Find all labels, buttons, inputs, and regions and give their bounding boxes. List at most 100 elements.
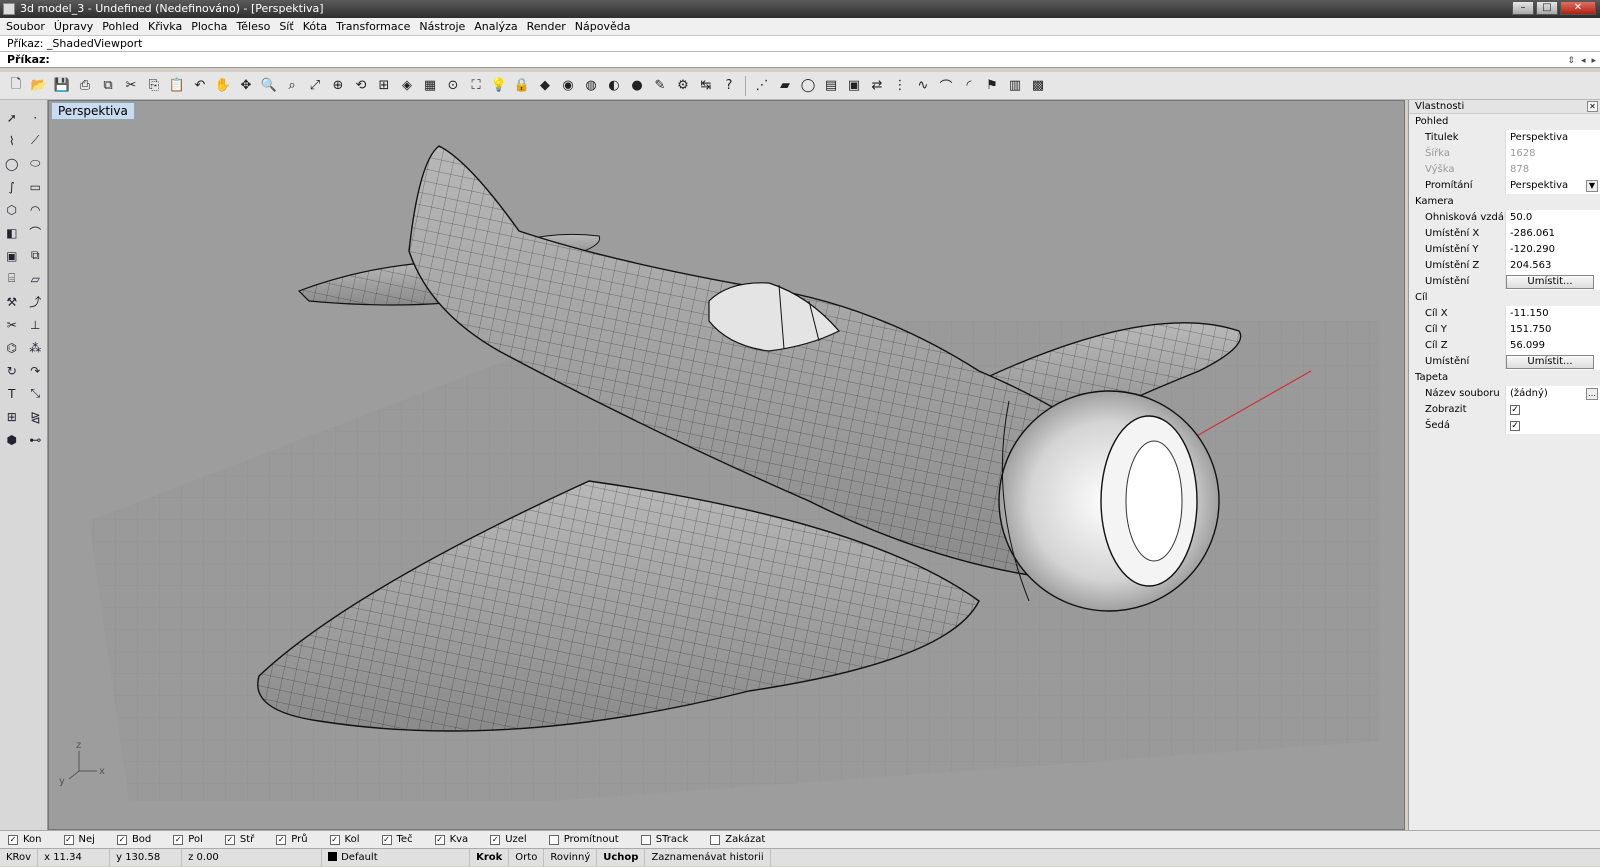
surface-tool-icon[interactable]: ◧ [2,223,22,243]
copy-icon[interactable]: ⎘ [144,76,164,96]
status-toggle-ortho[interactable]: Orto [509,848,545,867]
osnap-mid[interactable]: ✓ Pol [173,834,203,845]
render-sphere-icon[interactable]: ● [627,76,647,96]
freeform-curve-icon[interactable]: ∫ [2,177,22,197]
material-icon[interactable]: ✎ [650,76,670,96]
maximize-icon[interactable]: □ [1536,1,1558,15]
menu-pohled[interactable]: Pohled [100,18,146,36]
show-wallpaper-checkbox[interactable]: ✓ [1510,405,1520,415]
osnap-mid-checkbox[interactable]: ✓ [173,834,184,845]
layer-icon[interactable]: ◆ [535,76,555,96]
scale-icon[interactable]: ⤡ [25,384,45,404]
cylinder-icon[interactable]: ⌸ [2,269,22,289]
prop-row-target-y[interactable]: Cíl Y 151.750 [1409,322,1600,338]
dropdown-arrow-icon[interactable]: ▼ [1586,180,1598,192]
prop-row-projection[interactable]: Promítání Perspektiva ▼ [1409,178,1600,194]
prop-row-filename[interactable]: Název souboru (žádný)… [1409,386,1600,402]
scroll-updown-icon[interactable]: ⇕ [1567,53,1575,69]
paste-icon[interactable]: 📋 [167,76,187,96]
pan-hand-icon[interactable]: ✋ [213,76,233,96]
osnap-end[interactable]: ✓ Kon [8,834,42,845]
viewport-title[interactable]: Perspektiva [51,102,135,120]
zoom-extents-icon[interactable]: ⤢ [305,76,325,96]
save-icon[interactable]: 💾 [52,76,72,96]
array-icon[interactable]: ⋮ [890,76,910,96]
point-dot-icon[interactable]: · [25,108,45,128]
osnap-tangent-checkbox[interactable]: ✓ [381,834,392,845]
dimension-tool-icon[interactable]: ⊷ [25,430,45,450]
zoom-icon[interactable]: 🔍 [259,76,279,96]
help-icon[interactable]: ? [719,76,739,96]
mesh-tool-icon[interactable]: ⚒ [2,292,22,312]
bend-icon[interactable]: ↷ [25,361,45,381]
prop-row-title[interactable]: Titulek Perspektiva [1409,130,1600,146]
lasso-icon[interactable]: ◜ [959,76,979,96]
osnap-intersection-checkbox[interactable]: ✓ [276,834,287,845]
settings-gear-icon[interactable]: ⚙ [673,76,693,96]
menu-kota[interactable]: Kóta [301,18,334,36]
osnap-end-checkbox[interactable]: ✓ [8,834,18,845]
status-cplane[interactable]: KRov [0,848,39,867]
browse-file-icon[interactable]: … [1586,388,1598,400]
osnap-disable-checkbox[interactable] [710,834,721,845]
blocks-icon[interactable]: ▥ [1005,76,1025,96]
osnap-strack-checkbox[interactable] [640,834,651,845]
menu-nastroje[interactable]: Nástroje [417,18,472,36]
polygon-icon[interactable]: ⬡ [2,200,22,220]
projection-select[interactable]: Perspektiva [1510,180,1568,191]
osnap-strack[interactable]: STrack [640,834,688,845]
status-toggle-planar[interactable]: Rovinný [544,848,598,867]
osnap-point-checkbox[interactable]: ✓ [116,834,127,845]
rotate-tool-icon[interactable]: ↻ [2,361,22,381]
osnap-perpendicular-checkbox[interactable]: ✓ [329,834,340,845]
grid-array-icon[interactable]: ▩ [1028,76,1048,96]
line-icon[interactable]: ⟋ [25,131,45,151]
sphere-icon[interactable]: ◯ [798,76,818,96]
osnap-center[interactable]: ✓ Stř [224,834,254,845]
menu-transformace[interactable]: Transformace [334,18,417,36]
prop-row-location-z[interactable]: Umístění Z 204.563 [1409,258,1600,274]
light-bulb-icon[interactable]: 💡 [489,76,509,96]
osnap-knot-checkbox[interactable]: ✓ [490,834,501,845]
rectangle-icon[interactable]: ▭ [25,177,45,197]
array-tool-icon[interactable]: ⊞ [2,407,22,427]
move-icon[interactable]: ✥ [236,76,256,96]
chevron-right-icon[interactable]: ▸ [1591,53,1596,69]
menu-analyza[interactable]: Analýza [472,18,524,36]
arc-tool-icon[interactable]: ◠ [25,200,45,220]
mirror-icon[interactable]: ⧎ [25,407,45,427]
zoom-selected-icon[interactable]: ⊕ [328,76,348,96]
prop-row-location-y[interactable]: Umístění Y -120.290 [1409,242,1600,258]
prop-row-target-z[interactable]: Cíl Z 56.099 [1409,338,1600,354]
osnap-near-checkbox[interactable]: ✓ [63,834,74,845]
close-panel-icon[interactable]: ✕ [1587,101,1598,112]
osnap-perpendicular[interactable]: ✓ Kol [329,834,360,845]
fillet-icon[interactable]: ⌒ [25,223,45,243]
print-icon[interactable]: ⎙ [75,76,95,96]
plane-icon[interactable]: ▱ [25,269,45,289]
place-camera-button[interactable]: Umístit... [1506,275,1594,289]
surface-icon[interactable]: ▰ [775,76,795,96]
wireframe-sphere-icon[interactable]: ◍ [581,76,601,96]
osnap-quad[interactable]: ✓ Kva [434,834,468,845]
group-icon[interactable]: ⌬ [2,338,22,358]
curve-icon[interactable]: ∿ [913,76,933,96]
split-icon[interactable]: ⊥ [25,315,45,335]
close-icon[interactable]: ✕ [1560,1,1596,15]
osnap-quad-checkbox[interactable]: ✓ [434,834,445,845]
open-folder-icon[interactable]: 📂 [29,76,49,96]
transform-icon[interactable]: ⇄ [867,76,887,96]
viewport-layout-icon[interactable]: ⊞ [374,76,394,96]
menu-krivka[interactable]: Křivka [146,18,189,36]
trim-icon[interactable]: ✂ [2,315,22,335]
box-icon[interactable]: ▣ [844,76,864,96]
osnap-knot[interactable]: ✓ Uzel [490,834,527,845]
tag-icon[interactable]: ⚑ [982,76,1002,96]
zoom-window-icon[interactable]: ⌕ [282,76,302,96]
prop-row-location-x[interactable]: Umístění X -286.061 [1409,226,1600,242]
edit-points-icon[interactable]: ⋰ [752,76,772,96]
status-toggle-osnap[interactable]: Uchop [597,848,646,867]
sweep-icon[interactable]: ⤴ [25,292,45,312]
text-tool-icon[interactable]: T [2,384,22,404]
box-tool-icon[interactable]: ▣ [2,246,22,266]
